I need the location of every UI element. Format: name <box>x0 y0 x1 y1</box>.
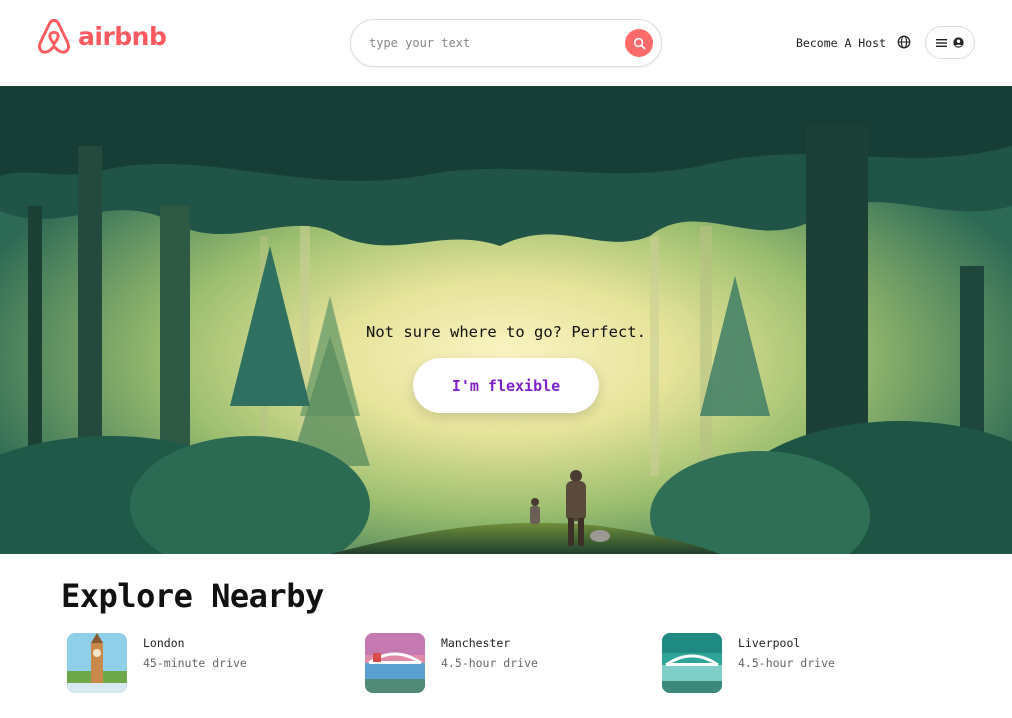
search-input[interactable] <box>369 32 609 54</box>
forest-illustration <box>0 86 1012 554</box>
place-distance: 4.5-hour drive <box>441 656 538 670</box>
menu-icon <box>936 38 947 47</box>
liverpool-thumbnail <box>662 633 722 693</box>
user-icon <box>953 37 964 48</box>
place-card-liverpool[interactable]: Liverpool 4.5-hour drive <box>662 633 835 693</box>
place-name: Liverpool <box>738 636 801 650</box>
search-button[interactable] <box>625 29 653 57</box>
header: airbnb Become A Host <box>0 0 1012 86</box>
im-flexible-button[interactable]: I'm flexible <box>413 358 599 413</box>
logo[interactable]: airbnb <box>36 17 167 55</box>
search-icon <box>633 37 645 49</box>
hero-banner: Not sure where to go? Perfect. I'm flexi… <box>0 86 1012 554</box>
hero-tagline: Not sure where to go? Perfect. <box>366 323 646 341</box>
become-host-link[interactable]: Become A Host <box>796 36 886 50</box>
place-distance: 4.5-hour drive <box>738 656 835 670</box>
logo-text: airbnb <box>78 21 167 51</box>
manchester-thumbnail <box>365 633 425 693</box>
london-thumbnail <box>67 633 127 693</box>
search-bar <box>350 19 662 67</box>
explore-nearby-title: Explore Nearby <box>61 577 324 615</box>
place-card-london[interactable]: London 45-minute drive <box>67 633 247 693</box>
place-name: London <box>143 636 185 650</box>
place-distance: 45-minute drive <box>143 656 247 670</box>
airbnb-logo-icon <box>38 18 70 54</box>
place-card-manchester[interactable]: Manchester 4.5-hour drive <box>365 633 538 693</box>
place-name: Manchester <box>441 636 511 650</box>
profile-menu-button[interactable] <box>925 26 975 59</box>
globe-icon[interactable] <box>897 35 911 49</box>
